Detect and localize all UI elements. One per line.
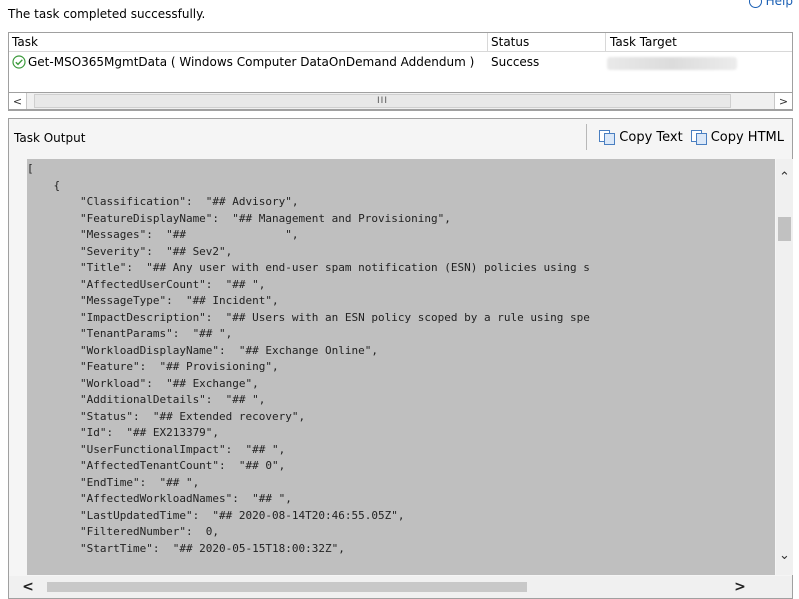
output-vertical-scrollbar[interactable]: ⌃ ⌄ bbox=[776, 159, 793, 575]
status-message: The task completed successfully. bbox=[8, 7, 206, 21]
copy-html-label: Copy HTML bbox=[710, 129, 784, 145]
column-header-status[interactable]: Status bbox=[491, 35, 529, 49]
scroll-up-icon[interactable]: ⌃ bbox=[776, 169, 793, 186]
toolbar-divider bbox=[586, 124, 588, 150]
scroll-down-icon[interactable]: ⌄ bbox=[776, 547, 793, 564]
scroll-left-icon[interactable]: < bbox=[19, 578, 37, 596]
copy-icon bbox=[599, 130, 616, 145]
copy-icon bbox=[690, 130, 707, 145]
copy-html-button[interactable]: Copy HTML bbox=[690, 129, 784, 145]
help-icon bbox=[748, 0, 762, 8]
task-output-panel: Task Output Copy Text Copy HTML [ { "Cla… bbox=[8, 118, 793, 599]
column-header-target[interactable]: Task Target bbox=[610, 35, 677, 49]
success-check-icon bbox=[12, 55, 26, 69]
copy-toolbar: Copy Text Copy HTML bbox=[586, 124, 784, 150]
scroll-right-icon[interactable]: > bbox=[731, 578, 749, 596]
task-status-cell: Success bbox=[491, 55, 540, 69]
scrollbar-thumb[interactable] bbox=[47, 582, 527, 592]
copy-text-button[interactable]: Copy Text bbox=[599, 129, 683, 145]
column-header-task[interactable]: Task bbox=[12, 35, 38, 49]
scroll-right-icon[interactable]: > bbox=[774, 93, 792, 109]
column-divider[interactable] bbox=[487, 33, 488, 51]
grid-horizontal-scrollbar[interactable]: < III > bbox=[8, 92, 793, 110]
scrollbar-thumb[interactable] bbox=[778, 217, 791, 241]
scrollbar-thumb[interactable]: III bbox=[34, 94, 731, 108]
output-horizontal-scrollbar[interactable]: < > bbox=[9, 576, 792, 598]
scroll-left-icon[interactable]: < bbox=[9, 93, 27, 109]
task-target-cell-redacted bbox=[607, 57, 737, 70]
help-label: Help bbox=[765, 0, 793, 8]
table-row[interactable]: Get-MSO365MgmtData ( Windows Computer Da… bbox=[9, 52, 792, 74]
help-link[interactable]: Help bbox=[748, 0, 793, 8]
task-name-cell: Get-MSO365MgmtData ( Windows Computer Da… bbox=[28, 55, 475, 69]
column-divider[interactable] bbox=[605, 33, 606, 51]
grid-header: Task Status Task Target bbox=[9, 33, 792, 52]
panel-title: Task Output bbox=[14, 131, 86, 145]
copy-text-label: Copy Text bbox=[619, 129, 683, 145]
output-content: [ { "Classification": "## Advisory", "Fe… bbox=[27, 162, 590, 555]
output-textarea[interactable]: [ { "Classification": "## Advisory", "Fe… bbox=[27, 159, 775, 575]
